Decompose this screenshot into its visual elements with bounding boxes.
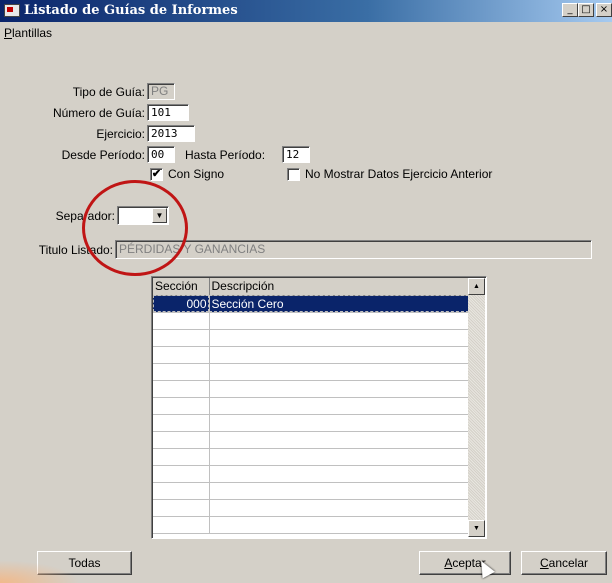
desde-periodo-label: Desde Período: xyxy=(61,148,145,162)
column-header-descripcion[interactable]: Descripción xyxy=(209,278,470,296)
separador-select[interactable]: ▼ xyxy=(117,206,169,225)
app-icon xyxy=(4,4,20,17)
descripcion-cell xyxy=(209,397,470,415)
descripcion-cell xyxy=(209,414,470,432)
title-bar: Listado de Guías de Informes _ □ × xyxy=(0,0,612,22)
numero-guia-label: Número de Guía: xyxy=(52,106,145,120)
close-button[interactable]: × xyxy=(596,3,612,17)
table-row[interactable] xyxy=(153,329,470,347)
main-window: Listado de Guías de Informes _ □ × Plant… xyxy=(0,0,612,583)
seccion-cell xyxy=(153,397,210,415)
descripcion-cell xyxy=(209,465,470,483)
seccion-cell xyxy=(153,499,210,517)
descripcion-cell xyxy=(209,482,470,500)
menu-bar: Plantillas xyxy=(0,22,612,44)
descripcion-cell xyxy=(209,312,470,330)
ejercicio-label: Ejercicio: xyxy=(96,127,145,141)
con-signo-label: Con Signo xyxy=(168,167,225,181)
table-row[interactable] xyxy=(153,431,470,449)
scroll-up-icon[interactable]: ▲ xyxy=(468,278,485,295)
scroll-down-icon[interactable]: ▼ xyxy=(468,520,485,537)
hasta-periodo-label: Hasta Período: xyxy=(185,148,266,162)
table-row[interactable] xyxy=(153,312,470,330)
titulo-listado-field[interactable]: PÉRDIDAS Y GANANCIAS xyxy=(115,240,592,259)
column-header-seccion[interactable]: Sección xyxy=(153,278,210,296)
table-row[interactable] xyxy=(153,499,470,517)
seccion-cell: 000 xyxy=(153,295,210,313)
descripcion-cell xyxy=(209,363,470,381)
descripcion-cell xyxy=(209,431,470,449)
titulo-listado-label: Titulo Listado: xyxy=(38,243,113,257)
numero-guia-field[interactable]: 101 xyxy=(147,104,189,121)
grid-header-row: Sección Descripción xyxy=(153,278,470,296)
table-row[interactable] xyxy=(153,363,470,381)
no-mostrar-label: No Mostrar Datos Ejercicio Anterior xyxy=(305,167,493,181)
seccion-cell xyxy=(153,329,210,347)
cancelar-button[interactable]: Cancelar xyxy=(521,551,607,575)
seccion-cell xyxy=(153,431,210,449)
grid-vertical-scrollbar[interactable]: ▲ ▼ xyxy=(468,278,485,537)
table-row[interactable] xyxy=(153,465,470,483)
seccion-cell xyxy=(153,465,210,483)
desde-periodo-field[interactable]: 00 xyxy=(147,146,175,163)
table-row[interactable] xyxy=(153,516,470,534)
seccion-cell xyxy=(153,363,210,381)
seccion-cell xyxy=(153,448,210,466)
seccion-cell xyxy=(153,380,210,398)
table-row[interactable] xyxy=(153,346,470,364)
descripcion-cell xyxy=(209,346,470,364)
hasta-periodo-field[interactable]: 12 xyxy=(282,146,310,163)
table-row[interactable] xyxy=(153,482,470,500)
seccion-cell xyxy=(153,312,210,330)
table-row[interactable] xyxy=(153,448,470,466)
tipo-guia-field[interactable]: PG xyxy=(147,83,175,100)
table-row[interactable]: 000 Sección Cero xyxy=(153,295,470,313)
descripcion-cell xyxy=(209,499,470,517)
minimize-button[interactable]: _ xyxy=(562,3,578,17)
secciones-grid[interactable]: Sección Descripción 000 Sección Cero ▲ ▼ xyxy=(151,276,487,539)
descripcion-cell: Sección Cero xyxy=(209,295,470,313)
maximize-button[interactable]: □ xyxy=(578,3,594,17)
table-row[interactable] xyxy=(153,397,470,415)
chevron-down-icon[interactable]: ▼ xyxy=(152,208,167,223)
table-row[interactable] xyxy=(153,414,470,432)
table-row[interactable] xyxy=(153,380,470,398)
menu-plantillas[interactable]: Plantillas xyxy=(4,26,52,40)
seccion-cell xyxy=(153,414,210,432)
highlight-circle xyxy=(82,180,188,276)
no-mostrar-checkbox[interactable] xyxy=(287,168,300,181)
descripcion-cell xyxy=(209,380,470,398)
aceptar-button[interactable]: Aceptar xyxy=(419,551,511,575)
seccion-cell xyxy=(153,346,210,364)
descripcion-cell xyxy=(209,329,470,347)
todas-button[interactable]: Todas xyxy=(37,551,132,575)
seccion-cell xyxy=(153,482,210,500)
separador-label: Separador: xyxy=(55,209,115,223)
window-title: Listado de Guías de Informes xyxy=(24,3,238,18)
tipo-guia-label: Tipo de Guía: xyxy=(72,85,145,99)
descripcion-cell xyxy=(209,516,470,534)
seccion-cell xyxy=(153,516,210,534)
descripcion-cell xyxy=(209,448,470,466)
ejercicio-field[interactable]: 2013 xyxy=(147,125,195,142)
secciones-table: Sección Descripción 000 Sección Cero xyxy=(153,278,470,534)
con-signo-checkbox[interactable]: ✔ xyxy=(150,168,163,181)
